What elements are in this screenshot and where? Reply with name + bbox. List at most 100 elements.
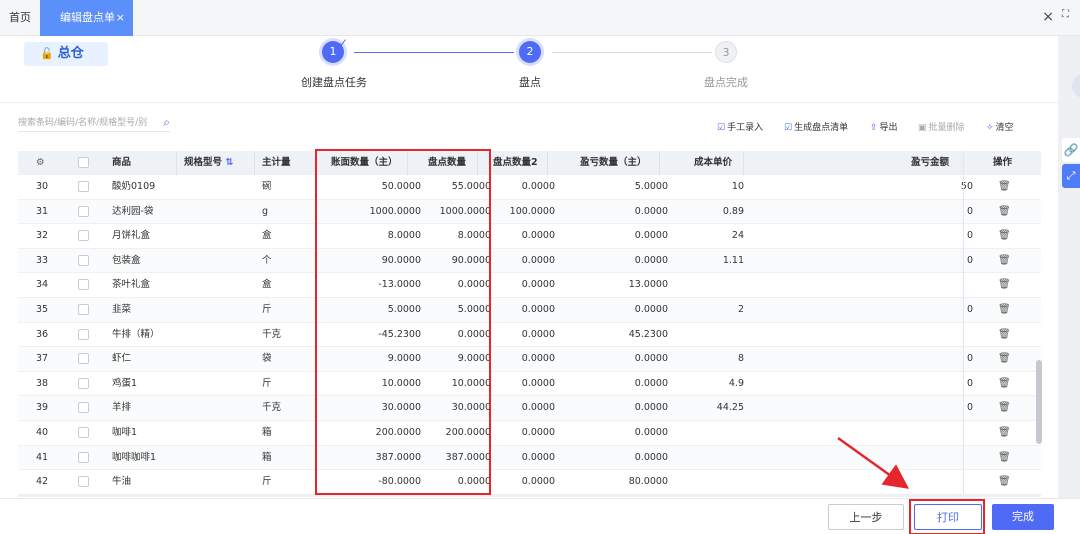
unit: 袋	[262, 353, 272, 365]
manual-entry-button[interactable]: ☑ 手工录入	[717, 120, 763, 134]
row-checkbox[interactable]	[78, 181, 89, 192]
warehouse-badge[interactable]: 🔓 总仓	[24, 42, 108, 66]
table-row[interactable]: 31 达利园-袋 g 1000.0000 1000.0000 100.0000 0.0000…	[18, 199, 1041, 225]
row-checkbox[interactable]	[78, 279, 89, 291]
unit: 千克	[262, 402, 282, 414]
sort-icon[interactable]: ⇅	[225, 157, 233, 168]
row-checkbox[interactable]	[78, 476, 89, 488]
unit-cost: 4.9	[728, 377, 744, 389]
diff-amount: 0	[966, 303, 973, 315]
expand-icon[interactable]: ⤢	[1062, 164, 1080, 188]
header-spec[interactable]: 规格型号 ⇅	[184, 151, 233, 175]
count-qty2[interactable]: 0.0000	[522, 421, 555, 445]
fixed-column-edge	[963, 151, 964, 495]
trash-icon[interactable]: 🗑	[998, 175, 1011, 199]
table-row[interactable]: 38 鸡蛋1 斤 10.0000 10.0000 0.0000 0.0000 4.9 0 🗑	[18, 372, 1041, 397]
select-all-checkbox[interactable]	[78, 157, 89, 168]
done-button[interactable]: 完成	[992, 504, 1054, 530]
search-input[interactable]: 搜索条码/编码/名称/规格型号/别 ⌕	[18, 114, 170, 132]
header-product: 商品	[112, 157, 132, 168]
tab-home[interactable]: 首页	[0, 0, 40, 36]
batch-delete-label: 批量删除	[928, 123, 965, 133]
trash-icon[interactable]: 🗑	[998, 347, 1011, 371]
trash-icon[interactable]: 🗑	[998, 224, 1011, 248]
count-qty2[interactable]: 0.0000	[522, 470, 555, 494]
table-row[interactable]: 35 韭菜斤 5.0000 5.0000 0.0000 0.0000 2 0 🗑	[18, 297, 1041, 323]
row-checkbox[interactable]	[78, 451, 89, 463]
unit: 斤	[262, 377, 272, 389]
row-number: 38	[36, 377, 49, 389]
count-qty2[interactable]: 0.0000	[522, 298, 555, 322]
count-qty2[interactable]: 0.0000	[522, 224, 555, 248]
count-qty2[interactable]: 0.0000	[522, 323, 555, 347]
count-qty2[interactable]: 100.0000	[510, 200, 555, 224]
count-qty2[interactable]: 0.0000	[522, 396, 555, 420]
trash-icon[interactable]: 🗑	[998, 200, 1011, 224]
clear-icon: ✧	[986, 123, 994, 133]
horizontal-scrollbar[interactable]	[18, 494, 1041, 497]
trash-icon[interactable]: 🗑	[998, 372, 1011, 396]
table-row[interactable]: 34 茶叶礼盒盒 -13.0000 0.0000 0.0000 13.0000 🗑	[18, 273, 1041, 298]
count-qty2[interactable]: 0.0000	[522, 446, 555, 470]
trash-icon[interactable]: 🗑	[998, 273, 1011, 297]
tab-edit-inventory[interactable]: 编辑盘点单 ×	[40, 0, 133, 36]
search-icon[interactable]: ⌕	[163, 113, 170, 131]
tab-close-icon[interactable]: ×	[116, 0, 125, 36]
count-qty2[interactable]: 0.0000	[522, 347, 555, 371]
trash-icon[interactable]: 🗑	[998, 421, 1011, 445]
row-checkbox[interactable]	[78, 353, 89, 365]
row-checkbox[interactable]	[78, 328, 89, 340]
vertical-scrollbar[interactable]	[1036, 360, 1042, 444]
step-1-label: 创建盘点任务	[301, 76, 367, 89]
product-name: 韭菜	[112, 303, 132, 315]
row-checkbox[interactable]	[78, 230, 89, 242]
table-row[interactable]: 39 羊排 千克 30.0000 30.0000 0.0000 0.0000 44.25 0 🗑	[18, 396, 1041, 421]
trash-icon[interactable]: 🗑	[998, 446, 1011, 470]
product-name: 咖啡咖啡1	[112, 451, 157, 463]
table-row[interactable]: 40 咖啡1 箱 200.0000 200.0000 0.0000 0.0000 🗑	[18, 421, 1041, 446]
table-row[interactable]: 30 酸奶0109 碗 50.0000 55.0000 0.0000 5.0000 10 50 🗑	[18, 175, 1041, 200]
row-number: 36	[36, 328, 49, 340]
trash-icon[interactable]: 🗑	[998, 323, 1011, 347]
header-sep	[659, 151, 660, 175]
count-qty2[interactable]: 0.0000	[522, 273, 555, 297]
row-checkbox[interactable]	[78, 254, 89, 266]
table-row[interactable]: 33 包装盒个 90.0000 90.0000 0.0000 0.0000 1.11 0 🗑	[18, 248, 1041, 274]
gear-icon[interactable]: ⚙	[36, 151, 45, 175]
close-icon[interactable]: ×	[1042, 9, 1054, 25]
diff-qty: 0.0000	[634, 303, 668, 315]
product-name: 达利园-袋	[112, 205, 154, 217]
batch-delete-icon: ▣	[918, 123, 927, 133]
trash-icon[interactable]: 🗑	[998, 396, 1011, 420]
product-name: 牛油	[112, 476, 132, 488]
row-checkbox[interactable]	[78, 402, 89, 414]
row-checkbox[interactable]	[78, 426, 89, 438]
unit: 斤	[262, 476, 272, 488]
table-row[interactable]: 42 牛油斤 -80.0000 0.0000 0.0000 80.0000 🗑	[18, 470, 1041, 495]
row-number: 42	[36, 476, 49, 488]
divider	[0, 102, 1058, 103]
generate-list-label: 生成盘点清单	[794, 123, 849, 133]
row-checkbox[interactable]	[78, 303, 89, 315]
count-qty2[interactable]: 0.0000	[522, 249, 555, 273]
table-row[interactable]: 41 咖啡咖啡1 箱 387.0000 387.0000 0.0000 0.0000 🗑	[18, 445, 1041, 471]
table-row[interactable]: 36 牛排（精） 千克 -45.2300 0.0000 0.0000 45.2300 🗑	[18, 323, 1041, 348]
batch-delete-button[interactable]: ▣ 批量删除	[918, 120, 965, 134]
attachment-icon[interactable]: 🔗	[1062, 138, 1080, 162]
row-checkbox[interactable]	[78, 377, 89, 389]
export-button[interactable]: ⇪ 导出	[870, 120, 898, 134]
row-checkbox[interactable]	[78, 205, 89, 217]
header-sep	[254, 151, 255, 175]
count-qty2[interactable]: 0.0000	[522, 372, 555, 396]
table-row[interactable]: 37 虾仁袋 9.0000 9.0000 0.0000 0.0000 8 0 🗑	[18, 347, 1041, 372]
trash-icon[interactable]: 🗑	[998, 249, 1011, 273]
header-diff-amount: 盈亏金额	[911, 157, 950, 168]
trash-icon[interactable]: 🗑	[998, 470, 1011, 494]
trash-icon[interactable]: 🗑	[998, 298, 1011, 322]
generate-list-button[interactable]: ☑ 生成盘点清单	[784, 120, 848, 134]
clear-button[interactable]: ✧ 清空	[986, 120, 1014, 134]
count-qty2[interactable]: 0.0000	[522, 175, 555, 199]
fullscreen-icon[interactable]: ⛶	[1062, 9, 1076, 23]
prev-step-button[interactable]: 上一步	[828, 504, 904, 530]
table-row[interactable]: 32 月饼礼盒盒 8.0000 8.0000 0.0000 0.0000 24 0 🗑	[18, 224, 1041, 249]
